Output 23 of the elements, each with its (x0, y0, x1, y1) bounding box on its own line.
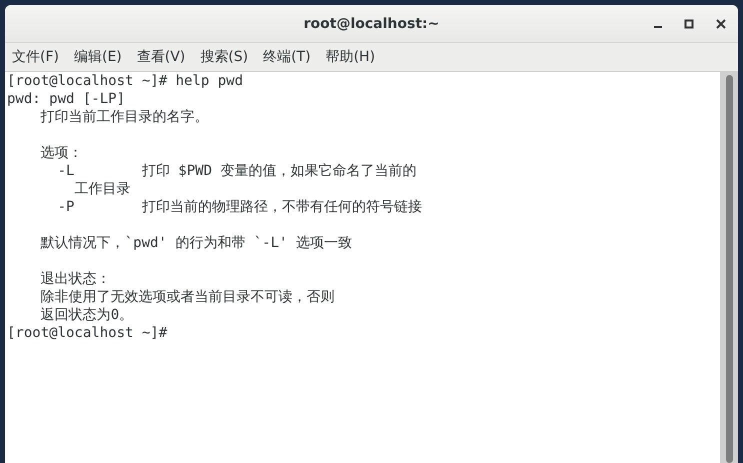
terminal-line: 返回状态为0。 (40, 306, 134, 324)
window-title: root@localhost:~ (304, 16, 440, 32)
menu-item[interactable]: 帮助(H) (320, 46, 380, 68)
terminal-line: 打印当前工作目录的名字。 (40, 108, 209, 126)
terminal-line: [root@localhost ~]# (7, 324, 168, 342)
menu-item[interactable]: 文件(F) (7, 46, 64, 68)
menu-item[interactable]: 编辑(E) (68, 46, 127, 68)
close-icon (716, 18, 726, 28)
terminal-line: 退出状态： (40, 270, 111, 288)
terminal-line: -L 打印 $PWD 变量的值，如果它命名了当前的 (56, 162, 416, 180)
menu-item[interactable]: 终端(T) (258, 46, 316, 68)
scrollbar-thumb[interactable] (726, 75, 732, 463)
terminal-line: -P 打印当前的物理路径，不带有任何的符号链接 (56, 198, 422, 216)
minimize-icon (654, 26, 662, 28)
terminal-line: 选项： (40, 144, 83, 162)
terminal-line: pwd: pwd [-LP] (7, 90, 126, 108)
terminal-line: 默认情况下，`pwd' 的行为和带 `-L' 选项一致 (40, 234, 352, 252)
terminal-line: 除非使用了无效选项或者当前目录不可读，否则 (40, 288, 335, 306)
terminal-line: 工作目录 (73, 180, 130, 198)
terminal-line: [root@localhost ~]# help pwd (7, 72, 244, 90)
menu-item[interactable]: 查看(V) (132, 46, 190, 68)
maximize-icon (684, 18, 694, 28)
menu-item[interactable]: 搜索(S) (195, 46, 254, 68)
